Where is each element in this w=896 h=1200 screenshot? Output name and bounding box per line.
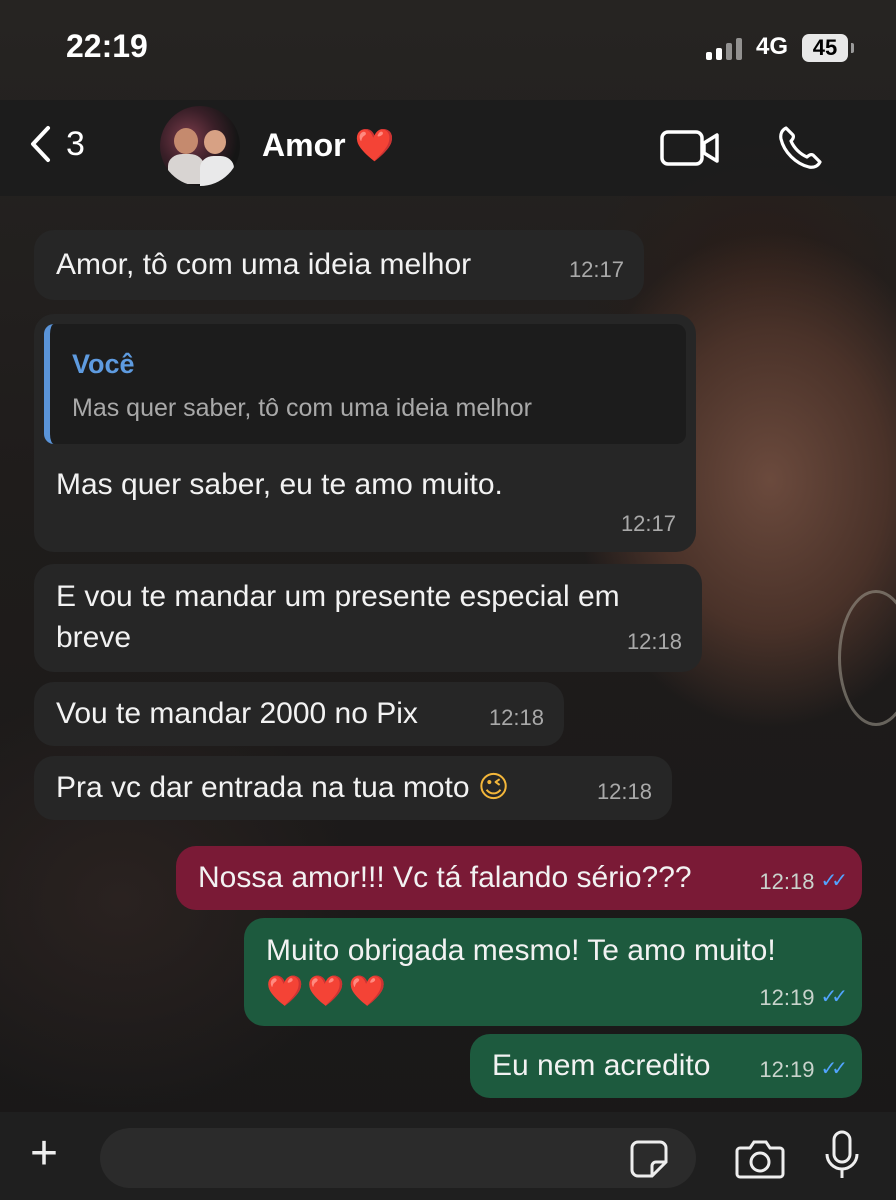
wallpaper-earring bbox=[838, 590, 896, 726]
message-time: 12:17 bbox=[568, 257, 624, 282]
message-outgoing[interactable]: Muito obrigada mesmo! Te amo muito! ❤️❤️… bbox=[244, 918, 862, 1026]
battery-icon: 45 bbox=[802, 34, 854, 62]
chevron-left-icon bbox=[31, 126, 50, 162]
message-time: 12:18 bbox=[626, 629, 682, 654]
message-incoming[interactable]: Amor, tô com uma ideia melhor 12:17 bbox=[34, 230, 644, 300]
wink-emoji-icon: 😉 bbox=[477, 770, 510, 805]
read-receipt-icon: ✓✓ bbox=[820, 1058, 847, 1080]
message-text: Muito obrigada mesmo! Te amo muito! bbox=[266, 934, 776, 967]
sticker-icon[interactable] bbox=[628, 1138, 670, 1180]
quote-author: Você bbox=[72, 349, 135, 379]
message-time: 12:18 bbox=[488, 705, 544, 730]
hearts-emoji-icon: ❤️❤️❤️ bbox=[266, 974, 391, 1009]
message-incoming[interactable]: Pra vc dar entrada na tua moto 😉 12:18 bbox=[34, 756, 672, 820]
message-text: Pra vc dar entrada na tua moto bbox=[56, 771, 470, 804]
message-outgoing[interactable]: Nossa amor!!! Vc tá falando sério??? 12:… bbox=[176, 846, 862, 910]
message-text-line: breve bbox=[56, 621, 132, 654]
message-time: 12:18 ✓✓ bbox=[759, 861, 847, 902]
heart-icon: ❤️ bbox=[354, 126, 395, 164]
quote-text: Mas quer saber, tô com uma ideia melhor bbox=[72, 394, 532, 422]
message-text: Nossa amor!!! Vc tá falando sério??? bbox=[198, 861, 692, 894]
chat-header: 3 Amor ❤️ bbox=[0, 100, 896, 196]
message-text: Mas quer saber, eu te amo muito. bbox=[56, 468, 503, 501]
message-time: 12:19 ✓✓ bbox=[759, 1049, 847, 1090]
contact-name[interactable]: Amor ❤️ bbox=[262, 126, 394, 164]
message-time: 12:17 bbox=[620, 511, 676, 536]
status-time: 22:19 bbox=[66, 28, 148, 64]
message-incoming[interactable]: E vou te mandar um presente especial em … bbox=[34, 564, 702, 672]
phone-icon[interactable] bbox=[776, 124, 824, 172]
message-time: 12:19 ✓✓ bbox=[759, 977, 847, 1018]
message-time: 12:18 bbox=[596, 779, 652, 804]
status-bar: 22:19 4G 45 bbox=[0, 0, 896, 100]
message-text: Vou te mandar 2000 no Pix bbox=[56, 697, 418, 730]
signal-icon bbox=[706, 38, 742, 60]
back-button[interactable]: 3 bbox=[28, 124, 85, 164]
avatar[interactable] bbox=[160, 106, 240, 186]
message-text: Amor, tô com uma ideia melhor bbox=[56, 248, 472, 281]
message-text-line: E vou te mandar um presente especial em bbox=[56, 580, 620, 613]
composer-bar: + bbox=[0, 1112, 896, 1200]
read-receipt-icon: ✓✓ bbox=[820, 986, 847, 1008]
message-input[interactable] bbox=[100, 1128, 696, 1188]
attach-plus-icon[interactable]: + bbox=[30, 1130, 58, 1178]
contact-name-text: Amor bbox=[262, 127, 346, 163]
message-text: Eu nem acredito bbox=[492, 1049, 711, 1082]
network-type: 4G bbox=[756, 33, 789, 60]
message-incoming-reply[interactable]: Você Mas quer saber, tô com uma ideia me… bbox=[34, 314, 696, 552]
message-incoming[interactable]: Vou te mandar 2000 no Pix 12:18 bbox=[34, 682, 564, 746]
video-call-icon[interactable] bbox=[660, 128, 720, 168]
camera-icon[interactable] bbox=[734, 1136, 786, 1180]
quoted-message[interactable]: Você Mas quer saber, tô com uma ideia me… bbox=[44, 324, 686, 444]
unread-count: 3 bbox=[66, 124, 85, 163]
microphone-icon[interactable] bbox=[822, 1128, 862, 1184]
message-outgoing[interactable]: Eu nem acredito 12:19 ✓✓ bbox=[470, 1034, 862, 1098]
read-receipt-icon: ✓✓ bbox=[820, 870, 847, 892]
